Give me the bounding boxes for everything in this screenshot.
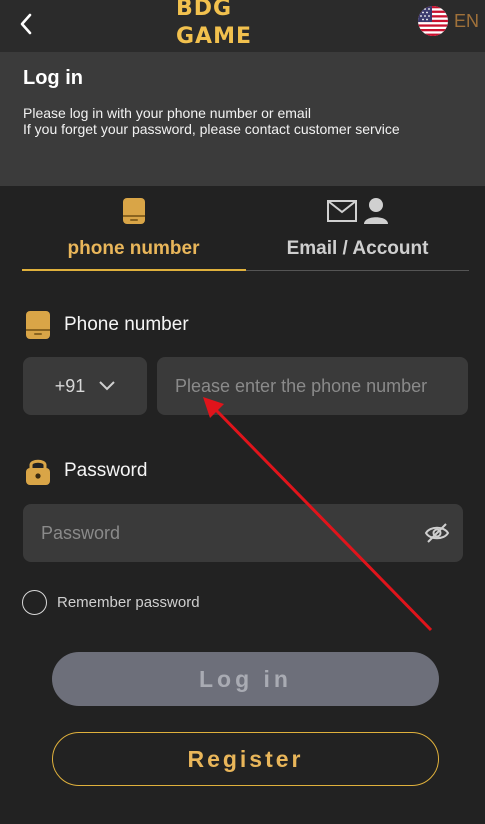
country-code-select[interactable]: +91 <box>23 357 147 415</box>
page-title: Log in <box>23 67 83 89</box>
password-input[interactable] <box>23 504 413 562</box>
register-button[interactable]: Register <box>52 732 439 786</box>
user-icon <box>363 198 388 224</box>
password-field <box>23 504 463 562</box>
chevron-left-icon <box>20 13 32 35</box>
login-instructions: Please log in with your phone number or … <box>23 105 400 137</box>
phone-number-label: Phone number <box>24 310 189 340</box>
remember-password-checkbox[interactable]: Remember password <box>22 590 200 615</box>
login-button[interactable]: Log in <box>52 652 439 706</box>
tab-phone-number[interactable]: phone number <box>22 190 245 272</box>
tab-email-account[interactable]: Email / Account <box>246 190 469 272</box>
phone-number-label-text: Phone number <box>64 314 189 335</box>
top-bar: BDG GAME EN <box>0 0 485 52</box>
password-label: Password <box>24 456 147 486</box>
logo-text: BDG GAME <box>176 0 253 49</box>
phone-icon <box>26 311 50 339</box>
us-flag-icon <box>417 6 448 36</box>
instruction-line-2: If you forget your password, please cont… <box>23 121 400 137</box>
password-visibility-toggle[interactable] <box>423 520 451 546</box>
lock-icon <box>26 459 50 485</box>
phone-icon <box>122 198 145 224</box>
instruction-line-1: Please log in with your phone number or … <box>23 105 311 121</box>
login-intro-panel: Log in Please log in with your phone num… <box>0 52 485 186</box>
remember-radio[interactable] <box>22 590 47 615</box>
tab-divider <box>246 270 469 271</box>
mail-icon <box>326 200 357 222</box>
brand-logo: BDG GAME <box>176 0 316 49</box>
country-code-value: +91 <box>54 375 86 396</box>
login-method-tabs: phone number Email / Account <box>22 190 469 272</box>
chevron-down-icon <box>99 381 115 391</box>
language-label: EN <box>453 10 479 31</box>
tab-email-label: Email / Account <box>286 238 429 259</box>
remember-password-label: Remember password <box>57 594 200 611</box>
language-selector[interactable]: EN <box>417 6 479 36</box>
password-label-text: Password <box>64 460 148 481</box>
phone-number-input[interactable] <box>157 357 468 415</box>
tab-phone-label: phone number <box>67 238 200 259</box>
back-button[interactable] <box>12 10 40 38</box>
active-tab-indicator <box>22 269 246 271</box>
eye-slash-icon <box>424 523 450 543</box>
